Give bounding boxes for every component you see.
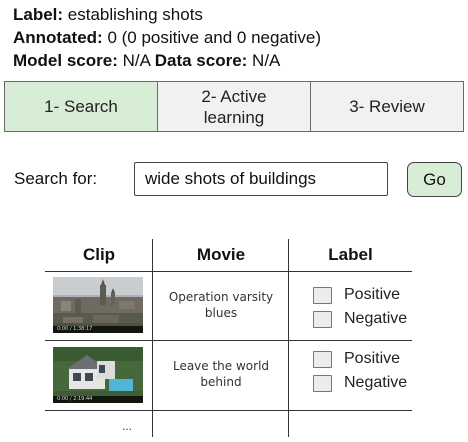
header-divider [45,271,412,272]
negative-checkbox[interactable] [313,310,332,328]
positive-option[interactable]: Positive [313,286,400,304]
cityscape-image [53,277,143,333]
tab-search[interactable]: 1- Search [5,82,158,131]
label-line: Label: establishing shots [13,5,203,24]
negative-label: Negative [344,310,408,327]
column-divider [152,239,153,437]
label-header: Label [328,245,373,264]
column-divider [288,239,289,437]
video-controls[interactable]: 0:00 / 2:19:44 [53,396,143,403]
row-divider [45,410,412,411]
positive-label: Positive [344,350,401,367]
go-button[interactable]: Go [407,162,462,197]
tab-active-learning-label: 2- Active learning [201,86,267,127]
more-rows-indicator: ... [122,419,133,433]
clip-header: Clip [82,245,116,264]
movie-header: Movie [196,245,246,264]
negative-option[interactable]: Negative [313,310,407,328]
score-line: Model score: N/A Data score: N/A [13,51,281,70]
negative-label: Negative [344,374,408,391]
negative-checkbox[interactable] [313,374,332,392]
movie-title: Operation varsity blues [168,290,274,320]
tab-review[interactable]: 3- Review [311,82,463,131]
row-divider [45,340,412,341]
positive-checkbox[interactable] [313,350,332,368]
positive-option[interactable]: Positive [313,350,400,368]
tab-active-learning[interactable]: 2- Active learning [158,82,311,131]
workflow-tabs: 1- Search 2- Active learning 3- Review [4,81,464,132]
positive-label: Positive [344,286,401,303]
negative-option[interactable]: Negative [313,374,407,392]
video-controls[interactable]: 0:00 / 1:38:17 [53,326,143,333]
results-table: Clip Movie Label 0:00 / 1:38:17 Operatio… [45,239,412,437]
search-input[interactable] [134,162,388,196]
annotation-info: Label: establishing shots Annotated: 0 (… [13,3,321,72]
clip-thumbnail[interactable]: 0:00 / 1:38:17 [53,277,143,333]
clip-thumbnail[interactable]: 0:00 / 2:19:44 [53,347,143,403]
annotated-line: Annotated: 0 (0 positive and 0 negative) [13,28,322,47]
search-label: Search for: [14,169,98,188]
house-image [53,347,143,403]
positive-checkbox[interactable] [313,286,332,304]
movie-title: Leave the world behind [172,359,270,389]
